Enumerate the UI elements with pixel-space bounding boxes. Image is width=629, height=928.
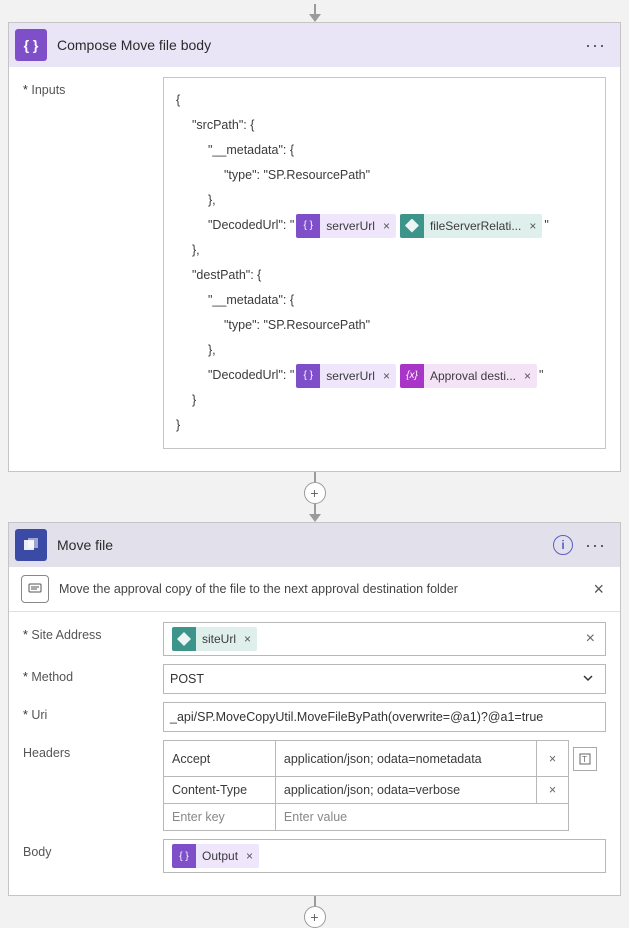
json-line: } xyxy=(176,413,593,438)
token-serverurl[interactable]: { } serverUrl × xyxy=(296,364,396,388)
add-step-button[interactable]: + xyxy=(304,482,326,504)
flow-arrow-top xyxy=(8,4,621,22)
json-line: "DecodedUrl": " { } serverUrl × {x} Appr… xyxy=(176,363,593,388)
header-key-cell[interactable]: Content-Type xyxy=(164,777,276,804)
token-output[interactable]: { } Output × xyxy=(172,844,259,868)
token-remove-icon[interactable]: × xyxy=(381,214,396,238)
compose-header[interactable]: { } Compose Move file body ··· xyxy=(9,23,620,67)
json-line: }, xyxy=(176,238,593,263)
sharepoint-icon xyxy=(400,214,424,238)
body-input[interactable]: { } Output × xyxy=(163,839,606,873)
clear-icon[interactable]: × xyxy=(582,630,599,648)
compose-action-card: { } Compose Move file body ··· * Inputs … xyxy=(8,22,621,472)
site-address-label: * Site Address xyxy=(23,622,163,642)
move-file-header[interactable]: Move file i ··· xyxy=(9,523,620,567)
add-step-button[interactable]: + xyxy=(304,906,326,928)
json-line: "srcPath": { xyxy=(176,113,593,138)
delete-row-icon[interactable]: × xyxy=(537,741,569,777)
headers-table: Accept application/json; odata=nometadat… xyxy=(163,740,606,831)
expression-icon: { } xyxy=(296,364,320,388)
token-remove-icon[interactable]: × xyxy=(522,364,537,388)
header-row-new: Enter key Enter value xyxy=(164,804,606,831)
header-value-cell[interactable]: application/json; odata=verbose xyxy=(275,777,536,804)
header-value-input[interactable]: Enter value xyxy=(275,804,568,831)
token-remove-icon[interactable]: × xyxy=(381,364,396,388)
json-line: { xyxy=(176,88,593,113)
method-label: * Method xyxy=(23,664,163,684)
uri-input[interactable]: _api/SP.MoveCopyUtil.MoveFileByPath(over… xyxy=(163,702,606,732)
json-line: "__metadata": { xyxy=(176,288,593,313)
flow-connector-bottom: + xyxy=(8,896,621,914)
expression-icon: { } xyxy=(296,214,320,238)
json-line: "DecodedUrl": " { } serverUrl × fileServ… xyxy=(176,213,593,238)
json-line: }, xyxy=(176,188,593,213)
sharepoint-action-icon xyxy=(15,529,47,561)
inputs-json-editor[interactable]: { "srcPath": { "__metadata": { "type": "… xyxy=(163,77,606,449)
delete-row-icon[interactable]: × xyxy=(537,777,569,804)
sharepoint-icon xyxy=(172,627,196,651)
token-remove-icon[interactable]: × xyxy=(244,849,259,863)
body-label: Body xyxy=(23,839,163,859)
chevron-down-icon xyxy=(577,671,599,688)
ellipsis-menu-icon[interactable]: ··· xyxy=(581,35,610,56)
token-serverurl[interactable]: { } serverUrl × xyxy=(296,214,396,238)
edit-json-button[interactable]: T xyxy=(569,741,606,777)
json-line: }, xyxy=(176,338,593,363)
move-file-action-card: Move file i ··· Move the approval copy o… xyxy=(8,522,621,896)
comment-icon xyxy=(21,575,49,603)
ellipsis-menu-icon[interactable]: ··· xyxy=(581,535,610,556)
description-text: Move the approval copy of the file to th… xyxy=(59,582,589,596)
json-line: "__metadata": { xyxy=(176,138,593,163)
flow-connector: + xyxy=(8,472,621,522)
token-approval-dest[interactable]: {x} Approval desti... × xyxy=(400,364,537,388)
json-line: } xyxy=(176,388,593,413)
json-line: "type": "SP.ResourcePath" xyxy=(176,163,593,188)
compose-output-icon: { } xyxy=(172,844,196,868)
header-key-cell[interactable]: Accept xyxy=(164,741,276,777)
token-siteurl[interactable]: siteUrl × xyxy=(172,627,257,651)
header-key-input[interactable]: Enter key xyxy=(164,804,276,831)
info-icon[interactable]: i xyxy=(553,535,573,555)
move-file-title: Move file xyxy=(57,537,553,553)
compose-icon: { } xyxy=(15,29,47,61)
token-fileserverrelative[interactable]: fileServerRelati... × xyxy=(400,214,542,238)
inputs-label: * Inputs xyxy=(23,77,163,97)
svg-text:T: T xyxy=(582,755,587,764)
token-remove-icon[interactable]: × xyxy=(242,632,257,646)
method-select[interactable]: POST xyxy=(163,664,606,694)
variable-icon: {x} xyxy=(400,364,424,388)
header-row: Accept application/json; odata=nometadat… xyxy=(164,741,606,777)
site-address-input[interactable]: siteUrl × × xyxy=(163,622,606,656)
header-row: Content-Type application/json; odata=ver… xyxy=(164,777,606,804)
uri-label: * Uri xyxy=(23,702,163,722)
compose-title: Compose Move file body xyxy=(57,37,581,53)
token-remove-icon[interactable]: × xyxy=(527,214,542,238)
headers-label: Headers xyxy=(23,740,163,760)
json-line: "type": "SP.ResourcePath" xyxy=(176,313,593,338)
header-value-cell[interactable]: application/json; odata=nometadata xyxy=(275,741,536,777)
json-line: "destPath": { xyxy=(176,263,593,288)
close-icon[interactable]: × xyxy=(589,579,608,600)
description-row: Move the approval copy of the file to th… xyxy=(9,567,620,612)
